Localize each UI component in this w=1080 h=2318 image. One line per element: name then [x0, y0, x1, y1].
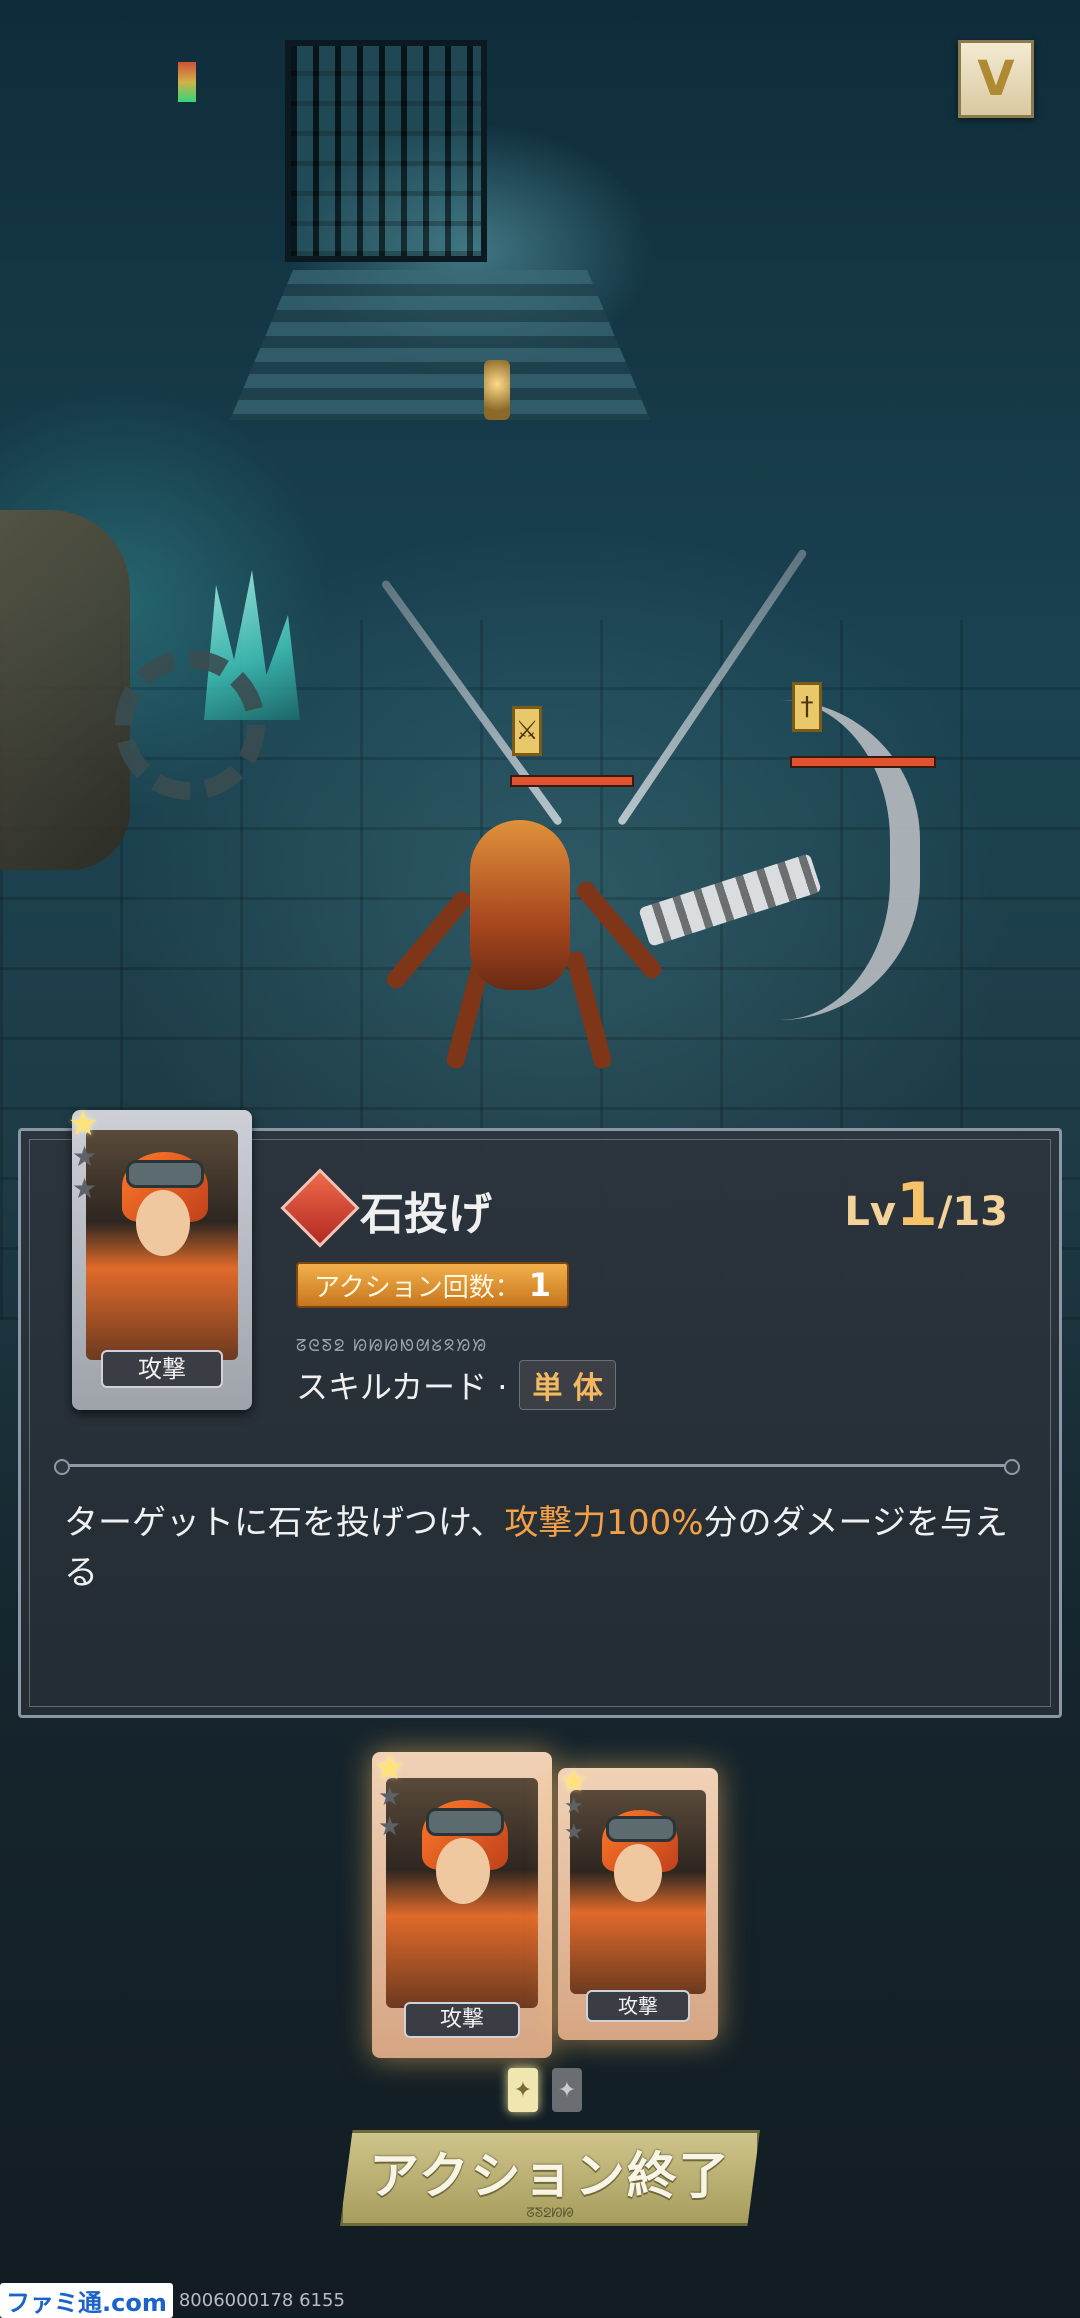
rune-subtitle: ᘔᘓᘕᘖ ᘗᘘᘙᘚᘛᘜᘝᘞᘟ — [296, 1336, 489, 1355]
character-portrait — [386, 1778, 538, 2008]
end-action-label: アクション終了 — [369, 2146, 731, 2205]
star-empty-icon: ★ — [564, 1794, 584, 1819]
level-current: 1 — [895, 1170, 938, 1240]
crossed-swords-icon: ⚔ — [512, 706, 542, 756]
star-empty-icon: ★ — [564, 1820, 584, 1845]
star-empty-icon: ★ — [72, 1172, 98, 1205]
level-max: /13 — [937, 1189, 1008, 1235]
star-empty-icon: ★ — [378, 1782, 402, 1812]
action-count-value: 1 — [528, 1266, 551, 1304]
goggles — [426, 1808, 504, 1836]
card-type-label: 攻撃 — [586, 1990, 690, 2022]
skill-level: Lv1/13 — [844, 1170, 1008, 1240]
sword-slot-icon: ✦ — [508, 2068, 538, 2112]
description-highlight: 攻撃力100% — [504, 1503, 704, 1543]
skill-card-preview: ★ ★ ★ 攻撃 — [68, 1104, 252, 1410]
sword-icon: † — [792, 682, 822, 732]
character-portrait — [570, 1790, 706, 1994]
watermark: ファミ通.com 8006000178 6155 — [0, 2282, 345, 2318]
level-prefix: Lv — [844, 1189, 896, 1235]
skill-description: ターゲットに石を投げつけ、攻撃力100%分のダメージを与える — [64, 1498, 1024, 1598]
menu-toggle-button[interactable]: V — [958, 40, 1034, 118]
enemy-hp-bar — [510, 775, 634, 787]
character-face — [436, 1838, 490, 1904]
gear-decoration — [115, 650, 265, 800]
dungeon-stairs — [230, 270, 650, 420]
star-empty-icon: ★ — [378, 1812, 402, 1842]
star-empty-icon: ★ — [72, 1140, 98, 1173]
skill-name: 石投げ — [360, 1189, 492, 1240]
stained-window — [178, 62, 196, 102]
character-face — [614, 1844, 662, 1902]
star-filled-icon: ★ — [68, 1104, 99, 1144]
lantern — [484, 360, 510, 420]
character-portrait — [86, 1130, 238, 1360]
end-action-sublabel: ᘔᘕᘖᘗᘘ — [526, 2205, 574, 2221]
chevron-down-icon: V — [977, 51, 1015, 107]
watermark-code: 8006000178 6155 — [178, 2289, 345, 2311]
target-type-chip: 単 体 — [519, 1360, 616, 1410]
dungeon-gate — [285, 40, 487, 262]
card-type-label: 攻撃 — [404, 2002, 520, 2038]
hand-card[interactable]: ★ ★ ★ 攻撃 — [558, 1764, 718, 2040]
enemy-hp-bar — [790, 756, 936, 768]
action-count-badge: アクション回数： 1 — [296, 1262, 569, 1308]
character-face — [136, 1190, 190, 1256]
insect-torso — [470, 820, 570, 990]
goggles — [126, 1160, 204, 1188]
action-count-label: アクション回数： — [314, 1272, 521, 1303]
goggles — [606, 1816, 676, 1842]
skill-type-label: スキルカード · — [296, 1368, 508, 1406]
end-action-button[interactable]: アクション終了 ᘔᘕᘖᘗᘘ — [340, 2130, 760, 2226]
description-text: ターゲットに石を投げつけ、 — [64, 1503, 505, 1543]
sword-slot-icon-empty: ✦ — [552, 2068, 582, 2112]
skill-type-row: スキルカード · 単 体 — [296, 1360, 616, 1410]
hand-card-selected[interactable]: ★ ★ ★ 攻撃 — [372, 1748, 552, 2058]
machinery-rubble — [0, 510, 130, 870]
enemy-mechanical-insect[interactable] — [383, 800, 665, 1071]
panel-divider — [54, 1459, 1020, 1475]
card-type-label: 攻撃 — [101, 1350, 223, 1388]
watermark-logo: ファミ通.com — [0, 2282, 173, 2318]
